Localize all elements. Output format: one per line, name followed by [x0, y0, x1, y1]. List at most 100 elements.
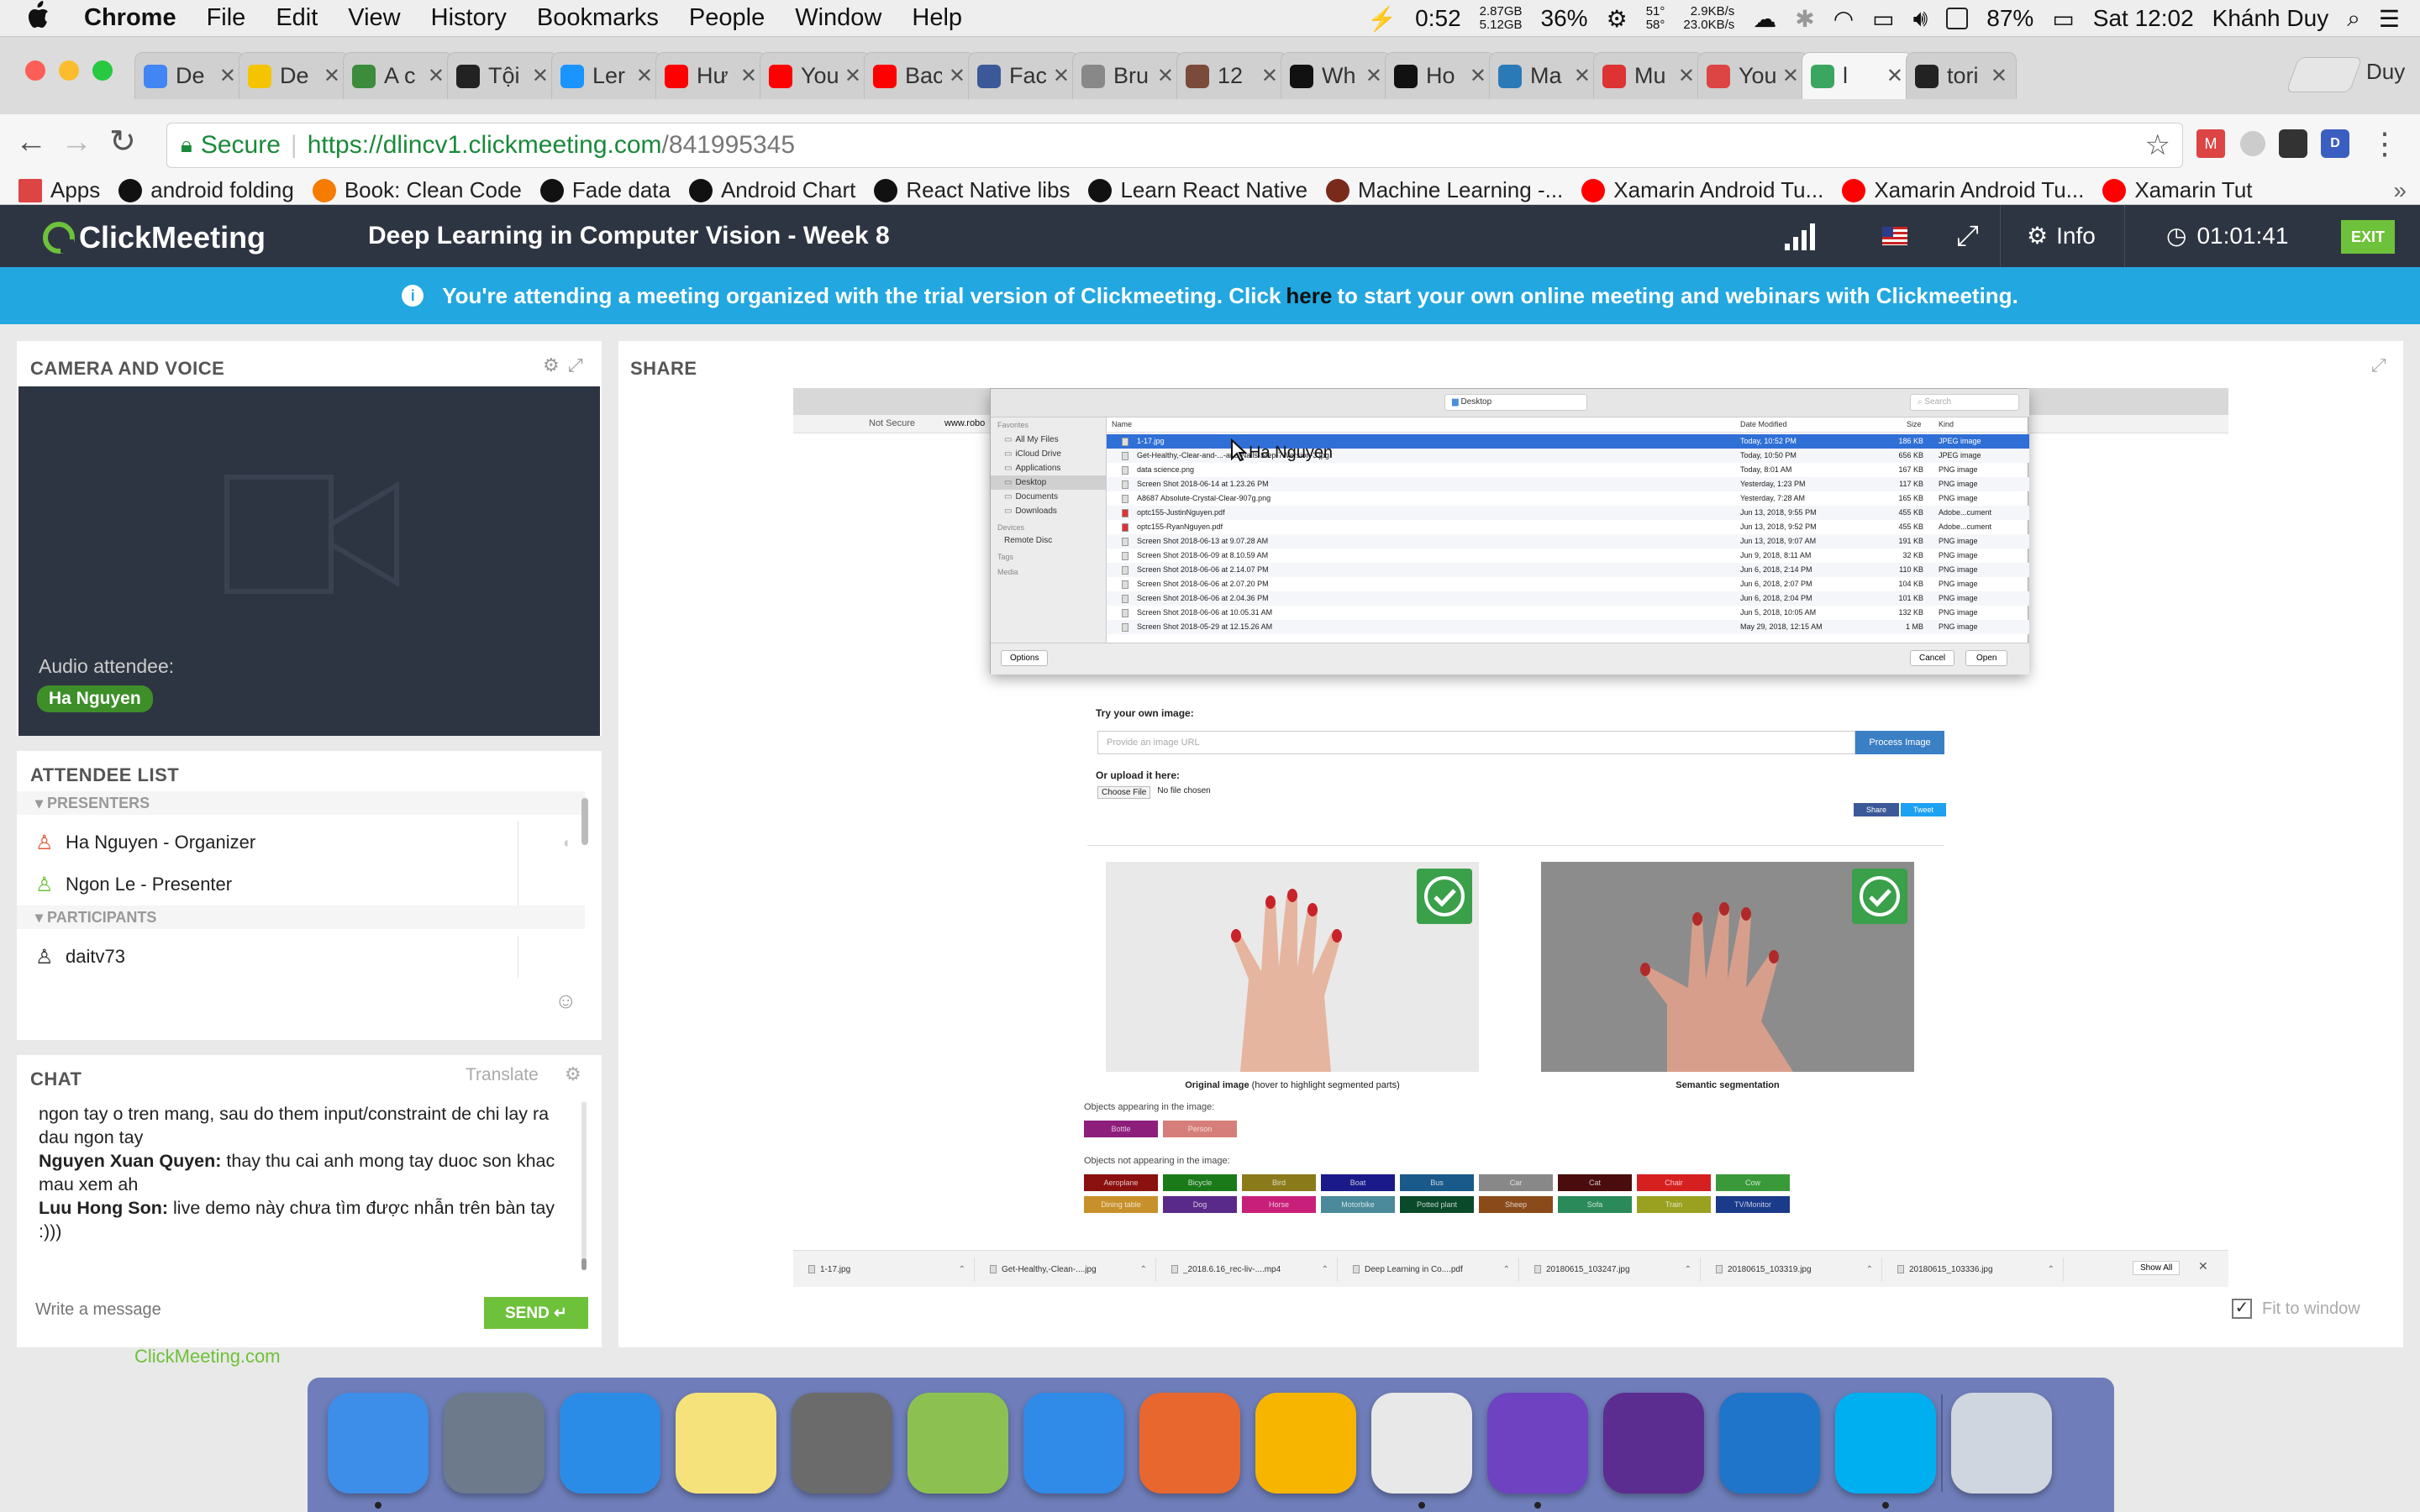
- profile-name[interactable]: Duy: [2366, 59, 2405, 85]
- send-button[interactable]: SEND ↵: [484, 1297, 588, 1329]
- object-tag[interactable]: Cow: [1716, 1174, 1790, 1191]
- chat-scrollbar[interactable]: [581, 1102, 587, 1270]
- airplay-icon[interactable]: ▭: [1872, 5, 1894, 33]
- menu-item-view[interactable]: View: [348, 4, 400, 32]
- tab-close-icon[interactable]: ✕: [532, 64, 549, 88]
- dialog-search-field[interactable]: ⌕ Search: [1910, 394, 2019, 411]
- browser-tab[interactable]: Ler ✕: [551, 52, 662, 99]
- more-bookmarks-icon[interactable]: »: [2393, 177, 2407, 204]
- browser-tab[interactable]: Hư ✕: [655, 52, 766, 99]
- clock[interactable]: Sat 12:02: [2093, 5, 2194, 32]
- download-item[interactable]: Deep Learning in Co....pdf ⌃: [1338, 1257, 1519, 1281]
- browser-tab[interactable]: Mu ✕: [1593, 52, 1704, 99]
- show-all-downloads-button[interactable]: Show All: [2133, 1261, 2181, 1275]
- browser-tab[interactable]: Bac ✕: [864, 52, 975, 99]
- original-image[interactable]: [1106, 862, 1479, 1072]
- download-item[interactable]: 20180615_103336.jpg ⌃: [1882, 1257, 2064, 1281]
- object-tag[interactable]: Boat: [1321, 1174, 1395, 1191]
- download-chevron-icon[interactable]: ⌃: [1140, 1265, 1147, 1274]
- browser-tab[interactable]: Wh ✕: [1281, 52, 1392, 99]
- dialog-sidebar-item[interactable]: ▭ iCloud Drive: [991, 447, 1106, 461]
- itunes-icon[interactable]: [560, 1393, 660, 1494]
- chrome-icon[interactable]: [1371, 1393, 1472, 1494]
- download-item[interactable]: 20180615_103247.jpg ⌃: [1519, 1257, 1701, 1281]
- presenters-group-header[interactable]: ▾ PRESENTERS: [17, 791, 585, 815]
- menu-item-file[interactable]: File: [207, 4, 246, 32]
- menu-app-name[interactable]: Chrome: [84, 4, 176, 32]
- menu-item-bookmarks[interactable]: Bookmarks: [537, 4, 659, 32]
- wifi-icon[interactable]: ◠: [1833, 5, 1854, 33]
- object-tag[interactable]: Bird: [1242, 1174, 1316, 1191]
- object-tag[interactable]: Car: [1479, 1174, 1553, 1191]
- notification-center-icon[interactable]: ☰: [2379, 5, 2400, 33]
- forward-arrow-icon[interactable]: →: [60, 124, 92, 160]
- dialog-file-row[interactable]: Screen Shot 2018-06-06 at 10.05.31 AM Jun…: [1107, 606, 2029, 620]
- tab-close-icon[interactable]: ✕: [740, 64, 757, 88]
- image-url-input[interactable]: Provide an image URL: [1097, 731, 1855, 754]
- browser-tab[interactable]: Fac ✕: [968, 52, 1079, 99]
- download-chevron-icon[interactable]: ⌃: [1503, 1265, 1510, 1274]
- github-desktop-icon[interactable]: [1487, 1393, 1588, 1494]
- tab-close-icon[interactable]: ✕: [1991, 64, 2007, 88]
- attendee-list-scrollbar[interactable]: [581, 798, 588, 845]
- visual-studio-icon[interactable]: [1603, 1393, 1704, 1494]
- dialog-sidebar-item[interactable]: ▭ Documents: [991, 490, 1106, 504]
- browser-tab[interactable]: De ✕: [239, 52, 350, 99]
- bookmark-item[interactable]: android folding: [118, 177, 294, 203]
- dialog-options-button[interactable]: Options: [1001, 650, 1049, 666]
- bluetooth-icon[interactable]: ✱: [1795, 5, 1814, 33]
- signal-strength-icon[interactable]: [1785, 220, 1815, 250]
- object-tag[interactable]: Bicycle: [1163, 1174, 1237, 1191]
- close-window-button[interactable]: [25, 60, 45, 81]
- xcode-icon[interactable]: [1023, 1393, 1124, 1494]
- object-tag[interactable]: Bus: [1400, 1174, 1474, 1191]
- object-tag[interactable]: Motorbike: [1321, 1196, 1395, 1213]
- android-studio-icon[interactable]: [908, 1393, 1008, 1494]
- tab-close-icon[interactable]: ✕: [1574, 64, 1591, 88]
- browser-tab[interactable]: tori ✕: [1906, 52, 2017, 99]
- info-button[interactable]: ⚙ Info: [2027, 222, 2096, 249]
- download-item[interactable]: 20180615_103319.jpg ⌃: [1701, 1257, 1882, 1281]
- attendee-row[interactable]: ♙ Ha Nguyen - Organizer ◖: [17, 822, 585, 864]
- dialog-file-row[interactable]: A8687 Absolute-Crystal-Clear-907g.png Yes…: [1107, 491, 2029, 506]
- browser-tab[interactable]: Ho ✕: [1385, 52, 1496, 99]
- dialog-file-row[interactable]: optc155-RyanNguyen.pdf Jun 13, 2018, 9:52…: [1107, 520, 2029, 534]
- expand-icon[interactable]: ⤢: [568, 354, 583, 376]
- bookmark-item[interactable]: Android Chart: [688, 177, 855, 203]
- vscode-icon[interactable]: [1719, 1393, 1820, 1494]
- zoom-window-button[interactable]: [92, 60, 113, 81]
- minimize-window-button[interactable]: [59, 60, 79, 81]
- menu-item-history[interactable]: History: [431, 4, 507, 32]
- dropbox-icon[interactable]: ☁: [1753, 5, 1776, 33]
- attendee-row[interactable]: ♙ daitv73: [17, 936, 585, 978]
- attendee-row[interactable]: ♙ Ngon Le - Presenter: [17, 864, 585, 906]
- dialog-file-row[interactable]: Screen Shot 2018-06-06 at 2.07.20 PM Jun …: [1107, 577, 2029, 591]
- location-dropdown[interactable]: ▆ Desktop: [1444, 394, 1587, 411]
- browser-tab[interactable]: l ✕: [1802, 52, 1912, 99]
- translate-link[interactable]: Translate: [466, 1065, 539, 1085]
- download-chevron-icon[interactable]: ⌃: [1322, 1265, 1328, 1274]
- browser-tab[interactable]: You ✕: [760, 52, 871, 99]
- download-item[interactable]: Get-Healthy,-Clean-....jpg ⌃: [975, 1257, 1156, 1281]
- system-preferences-icon[interactable]: [792, 1393, 892, 1494]
- sketch-icon[interactable]: [1255, 1393, 1356, 1494]
- tab-close-icon[interactable]: ✕: [1782, 64, 1799, 88]
- bookmark-item[interactable]: React Native libs: [874, 177, 1070, 203]
- dialog-file-row[interactable]: Screen Shot 2018-06-06 at 2.14.07 PM Jun …: [1107, 563, 2029, 577]
- download-item[interactable]: _2018.6.16_rec-liv-....mp4 ⌃: [1156, 1257, 1338, 1281]
- us-flag-icon[interactable]: [1882, 227, 1907, 245]
- tab-close-icon[interactable]: ✕: [324, 64, 340, 88]
- tab-close-icon[interactable]: ✕: [1053, 64, 1070, 88]
- settings-icon[interactable]: ⚙: [543, 354, 560, 376]
- bookmark-item[interactable]: Book: Clean Code: [312, 177, 522, 203]
- process-image-button[interactable]: Process Image: [1855, 731, 1944, 754]
- user-name[interactable]: Khánh Duy: [2212, 5, 2329, 32]
- bookmark-item[interactable]: Machine Learning -...: [1326, 177, 1563, 203]
- browser-tab[interactable]: Ma ✕: [1489, 52, 1600, 99]
- extension-icon[interactable]: [2240, 131, 2265, 156]
- dialog-open-button[interactable]: Open: [1965, 650, 2008, 666]
- tab-close-icon[interactable]: ✕: [219, 64, 236, 88]
- new-tab-button[interactable]: [2286, 57, 2363, 92]
- bookmark-item[interactable]: Xamarin Android Tu...: [1581, 177, 1823, 203]
- dialog-file-row[interactable]: Screen Shot 2018-06-09 at 8.10.59 AM Jun …: [1107, 549, 2029, 563]
